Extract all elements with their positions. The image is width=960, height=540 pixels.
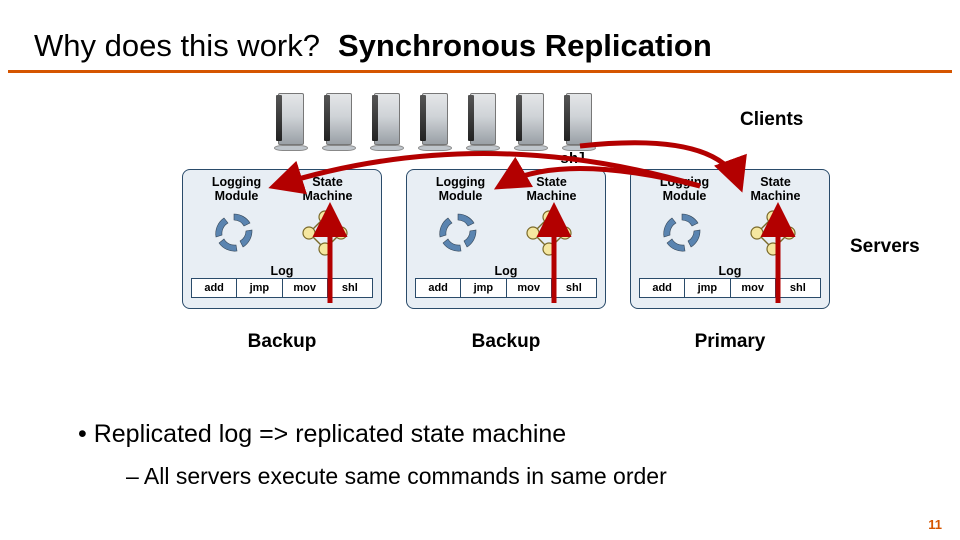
- bullet-list: • Replicated log => replicated state mac…: [78, 420, 667, 490]
- logging-module-label: Logging Module: [639, 176, 730, 204]
- bullet-main: • Replicated log => replicated state mac…: [78, 420, 667, 449]
- server-panel: Logging Module State Machine Log add jmp…: [182, 169, 382, 309]
- state-graph-icon: [745, 209, 801, 257]
- diagram-stage: Clients Servers shl Logging Module State…: [0, 91, 960, 391]
- state-graph-icon: [521, 209, 577, 257]
- log-op: mov: [731, 279, 776, 297]
- client-towers: [270, 91, 600, 151]
- server-panel: Logging Module State Machine Log add jmp…: [630, 169, 830, 309]
- slide-title-row: Why does this work? Synchronous Replicat…: [0, 0, 960, 70]
- title-question: Why does this work?: [34, 28, 320, 64]
- log-op: jmp: [461, 279, 506, 297]
- log-label: Log: [191, 264, 373, 278]
- server-panel: Logging Module State Machine Log add jmp…: [406, 169, 606, 309]
- log-op: mov: [507, 279, 552, 297]
- servers-label: Servers: [850, 236, 920, 258]
- page-number: 11: [928, 517, 942, 532]
- log-op: add: [640, 279, 685, 297]
- logging-module-label: Logging Module: [415, 176, 506, 204]
- log-cells: add jmp mov shl: [639, 278, 821, 298]
- title-rule: [8, 70, 952, 73]
- log-op: add: [416, 279, 461, 297]
- state-machine-label: State Machine: [730, 176, 821, 204]
- log-op: shl: [776, 279, 820, 297]
- log-op: add: [192, 279, 237, 297]
- bullet-sub: – All servers execute same commands in s…: [126, 463, 667, 490]
- log-op: shl: [328, 279, 372, 297]
- cycle-icon: [435, 210, 481, 256]
- log-op: jmp: [685, 279, 730, 297]
- log-op: shl: [552, 279, 596, 297]
- client-tower: [318, 91, 360, 151]
- log-cells: add jmp mov shl: [415, 278, 597, 298]
- log-label: Log: [415, 264, 597, 278]
- cycle-icon: [211, 210, 257, 256]
- log-op: mov: [283, 279, 328, 297]
- client-tower: [270, 91, 312, 151]
- log-op: jmp: [237, 279, 282, 297]
- client-tower: [366, 91, 408, 151]
- logging-module-label: Logging Module: [191, 176, 282, 204]
- log-label: Log: [639, 264, 821, 278]
- state-machine-label: State Machine: [506, 176, 597, 204]
- clients-label: Clients: [740, 109, 803, 131]
- client-tower: [414, 91, 456, 151]
- state-graph-icon: [297, 209, 353, 257]
- state-machine-label: State Machine: [282, 176, 373, 204]
- server-row: Logging Module State Machine Log add jmp…: [182, 169, 830, 309]
- command-label: shl: [560, 151, 587, 168]
- server-role: Primary: [630, 331, 830, 353]
- server-role: Backup: [182, 331, 382, 353]
- log-cells: add jmp mov shl: [191, 278, 373, 298]
- server-role: Backup: [406, 331, 606, 353]
- cycle-icon: [659, 210, 705, 256]
- client-tower: [510, 91, 552, 151]
- title-emphasis: Synchronous Replication: [338, 28, 712, 64]
- client-tower: [462, 91, 504, 151]
- client-tower: [558, 91, 600, 151]
